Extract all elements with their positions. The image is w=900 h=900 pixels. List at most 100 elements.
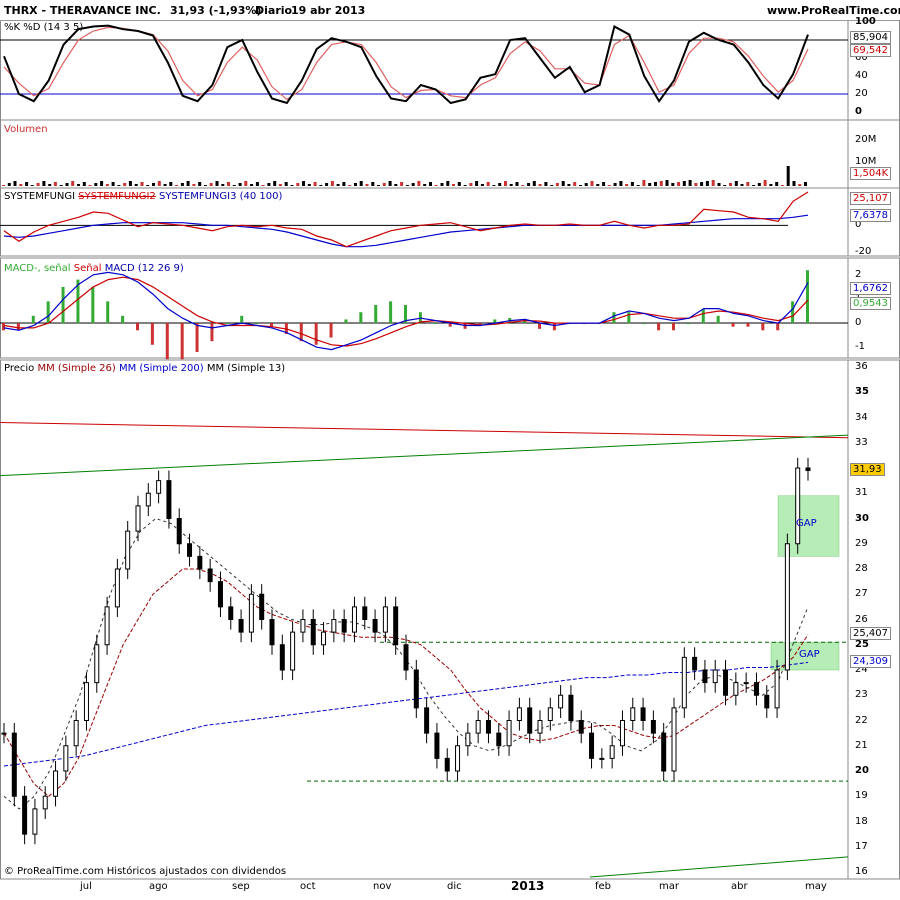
price-tick-19: 19 — [855, 790, 868, 802]
price-tick-17: 17 — [855, 840, 868, 852]
macd-histogram-bar — [61, 286, 65, 324]
macd-histogram-bar — [329, 323, 333, 338]
price-candle-body — [599, 757, 605, 760]
macd-tick-0: 0 — [855, 317, 862, 329]
period-label: Diario — [255, 4, 293, 17]
ma200-last-value: 24,309 — [850, 655, 891, 669]
price-tick-36: 36 — [855, 361, 868, 372]
site-link[interactable]: www.ProRealTime.com — [767, 4, 900, 17]
volume-bar — [527, 183, 531, 186]
volume-tick-10m: 10M — [855, 156, 877, 167]
macd-histogram-bar — [374, 304, 378, 324]
volume-bar — [705, 181, 709, 186]
volume-bar — [36, 183, 40, 186]
price-candle-body — [723, 669, 729, 696]
volume-bar — [538, 184, 542, 186]
volume-bar — [555, 183, 559, 186]
price-candle-body — [156, 480, 162, 494]
price-candle-body — [300, 619, 306, 633]
price-candle-body — [516, 707, 522, 721]
volume-title: Volumen — [4, 124, 48, 135]
volume-bar — [769, 184, 773, 186]
volume-bar — [700, 182, 704, 186]
volume-bar — [261, 185, 265, 186]
price-candle-body — [795, 467, 801, 545]
price-candle-body — [228, 606, 234, 620]
systemfungi-title: SYSTEMFUNGI SYSTEMFUNGI2 SYSTEMFUNGI3 (4… — [4, 191, 283, 202]
volume-bar — [82, 182, 86, 186]
price-candle-body — [197, 555, 203, 570]
price-candle-body — [619, 720, 625, 747]
price-candle-body — [702, 669, 708, 684]
macd-histogram-bar — [255, 323, 259, 325]
price-candle-body — [424, 707, 430, 734]
volume-bar — [452, 184, 455, 186]
volume-bar — [19, 184, 23, 186]
volume-bar — [798, 184, 802, 186]
systemfungi2-value: 25,107 — [850, 192, 891, 205]
price-candle-body — [269, 619, 275, 646]
volume-bar — [30, 185, 34, 186]
price-candle-body — [63, 745, 69, 772]
month-label-dic: dic — [447, 881, 462, 892]
price-candle-body — [310, 619, 316, 646]
volume-bar — [371, 182, 375, 186]
macd-histogram-bar — [121, 315, 125, 324]
volume-bar — [550, 185, 554, 186]
volume-bar — [117, 185, 121, 186]
month-label-abr: abr — [731, 881, 748, 892]
volume-bar — [717, 183, 721, 186]
macd-histogram-bar — [91, 286, 95, 324]
volume-bar — [671, 183, 675, 186]
price-tick-33: 33 — [855, 436, 868, 448]
stoch-d-value: 69,542 — [850, 44, 891, 57]
price-candle-body — [558, 694, 564, 709]
volume-bar — [388, 181, 392, 186]
price-candle-body — [341, 619, 347, 633]
price-panel — [0, 359, 900, 880]
price-candle-body — [403, 644, 409, 671]
price-candle-body — [465, 732, 471, 747]
macd-histogram-bar — [299, 323, 303, 342]
volume-bar — [227, 182, 230, 186]
volume-bar — [636, 185, 640, 186]
price-candle-body — [774, 669, 780, 709]
volume-bar — [446, 181, 450, 186]
price-candle-body — [527, 707, 533, 734]
gap-label-lower: GAP — [799, 649, 820, 660]
volume-bar — [307, 184, 311, 186]
systemfungi-tick--20: -20 — [855, 246, 872, 257]
ticker-title: THRX - THERAVANCE INC. — [4, 4, 161, 17]
volume-bar — [602, 182, 606, 186]
price-last-value: 31,93 — [850, 462, 885, 476]
volume-bar — [567, 184, 571, 186]
volume-bar — [302, 181, 305, 186]
volume-bar — [757, 183, 761, 186]
volume-bar — [273, 181, 277, 186]
volume-bar — [313, 182, 317, 186]
macd-histogram-bar — [195, 323, 199, 352]
price-candle-body — [578, 720, 584, 734]
volume-bar — [688, 180, 692, 186]
price-candle-body — [331, 619, 337, 633]
price-candle-body — [187, 543, 193, 557]
volume-bar — [619, 181, 623, 186]
month-label-jul: jul — [80, 881, 92, 892]
price-tick-29: 29 — [855, 537, 868, 549]
volume-bar — [654, 182, 657, 186]
price-candle-body — [568, 694, 574, 721]
ma26-last-value: 25,407 — [850, 627, 891, 641]
chart-date: 19 abr 2013 — [291, 4, 366, 17]
volume-bar — [100, 181, 104, 186]
price-candle-body — [248, 593, 254, 633]
macd-value: 1,6762 — [850, 282, 891, 295]
macd-histogram-bar — [433, 323, 437, 325]
volume-bar — [267, 183, 271, 186]
volume-bar — [53, 182, 57, 186]
volume-bar — [590, 181, 594, 186]
stoch-tick-20: 20 — [855, 88, 868, 99]
price-candle-body — [1, 732, 7, 735]
stoch-title: %K %D (14 3 5) — [4, 22, 84, 33]
price-candle-body — [805, 467, 811, 472]
volume-bar — [475, 181, 479, 186]
